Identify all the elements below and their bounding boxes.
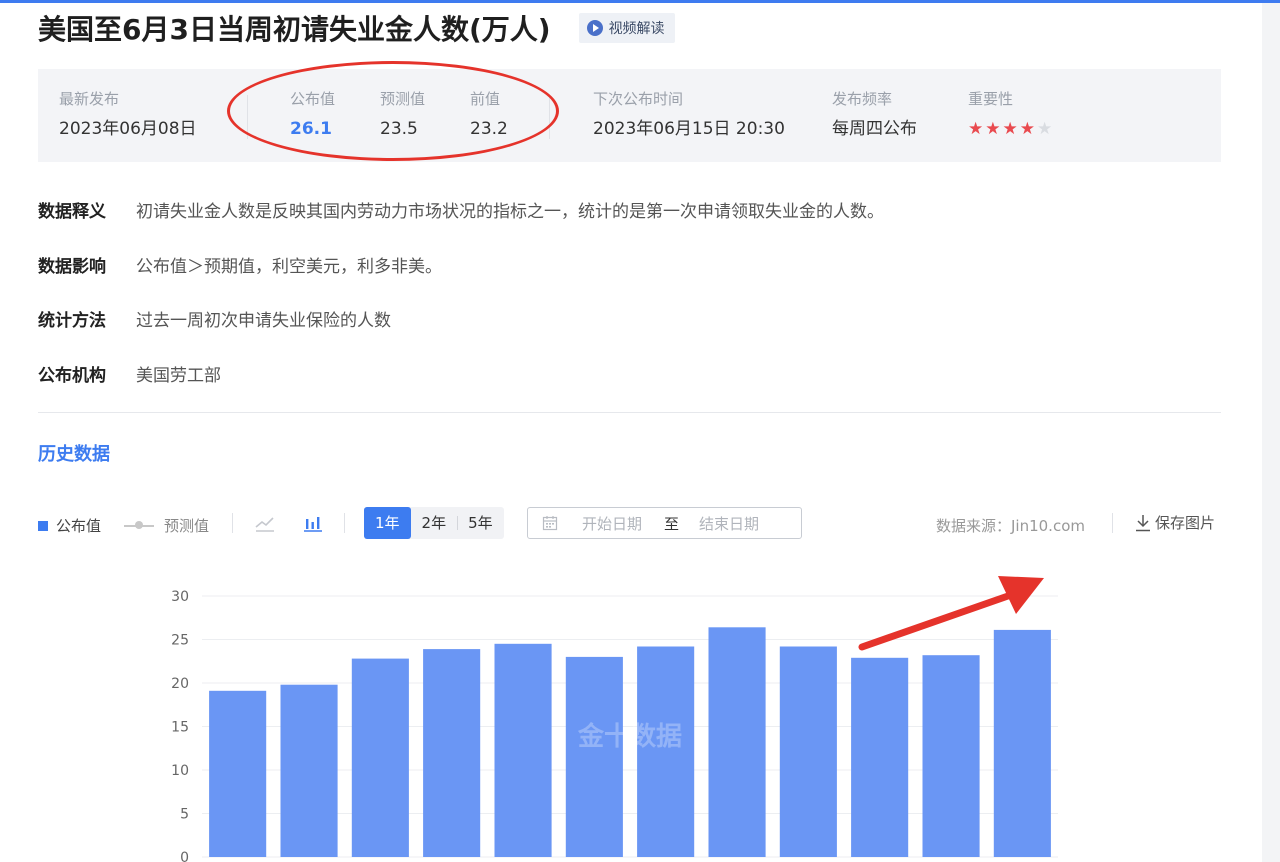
legend-actual[interactable]: 公布值	[38, 515, 101, 536]
y-tick-label: 10	[171, 763, 189, 779]
agency-row: 公布机构 美国劳工部	[38, 361, 221, 386]
actual-label: 公布值	[290, 90, 336, 108]
impact-row: 数据影响 公布值＞预期值，利空美元，利多非美。	[38, 252, 442, 277]
y-tick-label: 25	[171, 633, 189, 649]
next-release-label: 下次公布时间	[593, 90, 684, 108]
definition-row: 数据释义 初请失业金人数是反映其国内劳动力市场状况的指标之一，统计的是第一次申请…	[38, 197, 884, 222]
top-accent-bar	[0, 0, 1280, 3]
y-tick-label: 0	[180, 850, 189, 862]
chart-bar[interactable]	[851, 657, 909, 857]
toolbar-divider	[1112, 513, 1113, 533]
star-icon: ★	[1019, 119, 1035, 139]
agency-label: 公布机构	[38, 365, 106, 386]
importance-stars: ★ ★ ★ ★ ★	[968, 118, 1054, 140]
bar-chart-icon[interactable]	[301, 511, 325, 535]
data-source: 数据来源：Jin10.com	[936, 517, 1085, 535]
title-row: 美国至6月3日当周初请失业金人数(万人) 视频解读	[38, 10, 675, 46]
page-title: 美国至6月3日当周初请失业金人数(万人)	[38, 13, 551, 46]
definition-label: 数据释义	[38, 201, 106, 222]
impact-text: 公布值＞预期值，利空美元，利多非美。	[136, 256, 442, 277]
actual-number: 26.1	[290, 119, 332, 139]
latest-release: 最新发布 2023年06月08日	[59, 89, 197, 140]
latest-release-label: 最新发布	[59, 90, 120, 108]
star-icon: ★	[1037, 119, 1053, 139]
range-selector: 1年 2年 5年	[364, 507, 504, 539]
date-range-picker[interactable]: 开始日期 至 结束日期	[527, 507, 802, 539]
method-text: 过去一周初次申请失业保险的人数	[136, 310, 391, 331]
previous-number: 23.2	[470, 119, 508, 139]
y-tick-label: 5	[180, 807, 189, 823]
date-separator: 至	[664, 514, 680, 533]
chart-toolbar: 公布值 预测值 1年 2年 5年 开始日期 至 结束日期 数据来源：Jin10.…	[38, 507, 1221, 539]
importance-label: 重要性	[968, 90, 1014, 108]
start-date-input[interactable]: 开始日期	[582, 513, 642, 534]
chart-bar[interactable]	[280, 684, 338, 857]
end-date-input[interactable]: 结束日期	[699, 513, 759, 534]
history-bar-chart: 0 5 10 15 20 25 30 金十数据	[171, 576, 1058, 862]
method-row: 统计方法 过去一周初次申请失业保险的人数	[38, 306, 391, 331]
legend-actual-label: 公布值	[56, 517, 102, 535]
video-explain-label: 视频解读	[608, 21, 665, 37]
previous-label: 前值	[470, 90, 501, 108]
chart-bar[interactable]	[351, 658, 409, 857]
star-icon: ★	[1002, 119, 1018, 139]
release-info-panel: 最新发布 2023年06月08日 公布值 26.1 预测值 23.5 前值 23…	[38, 69, 1221, 162]
chart-bar[interactable]	[708, 627, 766, 857]
download-icon	[1136, 514, 1150, 531]
scrollbar-track[interactable]	[1262, 3, 1280, 862]
forecast-number: 23.5	[380, 119, 418, 139]
legend-forecast-label: 预测值	[164, 517, 210, 535]
star-icon: ★	[968, 119, 984, 139]
definition-text: 初请失业金人数是反映其国内劳动力市场状况的指标之一，统计的是第一次申请领取失业金…	[136, 201, 884, 222]
range-2y-button[interactable]: 2年	[411, 507, 458, 539]
importance: 重要性 ★ ★ ★ ★ ★	[968, 89, 1054, 140]
video-explain-button[interactable]: 视频解读	[578, 13, 675, 43]
y-tick-label: 15	[171, 720, 189, 736]
legend-line-icon	[124, 520, 154, 529]
method-label: 统计方法	[38, 310, 106, 331]
next-release: 下次公布时间 2023年06月15日 20:30	[593, 89, 785, 140]
forecast-label: 预测值	[380, 90, 426, 108]
previous-value: 前值 23.2	[470, 89, 508, 140]
agency-text: 美国劳工部	[136, 365, 221, 386]
y-axis-ticks: 0 5 10 15 20 25 30	[171, 589, 189, 862]
chart-bar[interactable]	[922, 655, 980, 857]
next-release-value: 2023年06月15日 20:30	[593, 119, 785, 139]
chart-watermark: 金十数据	[577, 721, 682, 752]
history-data-title: 历史数据	[38, 444, 110, 465]
frequency-label: 发布频率	[832, 90, 893, 108]
info-divider	[247, 95, 248, 139]
latest-release-value: 2023年06月08日	[59, 119, 197, 139]
legend-square-icon	[38, 520, 48, 531]
actual-value: 公布值 26.1	[290, 89, 335, 140]
forecast-value: 预测值 23.5	[380, 89, 425, 140]
chart-bar[interactable]	[993, 629, 1051, 857]
chart-bar[interactable]	[423, 649, 481, 857]
frequency-value: 每周四公布	[832, 119, 917, 139]
range-1y-button[interactable]: 1年	[364, 507, 411, 539]
chart-bar[interactable]	[494, 643, 552, 857]
chart-bar[interactable]	[779, 646, 837, 858]
chart-bar[interactable]	[565, 656, 623, 857]
range-5y-button[interactable]: 5年	[457, 507, 504, 539]
calendar-icon	[542, 516, 558, 531]
y-tick-label: 20	[171, 676, 189, 692]
toolbar-divider	[344, 513, 345, 533]
legend-forecast[interactable]: 预测值	[124, 515, 209, 536]
section-divider	[38, 412, 1221, 413]
toolbar-divider	[232, 513, 233, 533]
line-chart-icon[interactable]	[253, 511, 277, 535]
chart-bar[interactable]	[209, 690, 267, 857]
star-icon: ★	[985, 119, 1001, 139]
impact-label: 数据影响	[38, 256, 106, 277]
save-image-label: 保存图片	[1155, 514, 1216, 532]
play-icon	[586, 20, 603, 36]
save-image-button[interactable]: 保存图片	[1135, 512, 1215, 533]
y-tick-label: 30	[171, 589, 189, 605]
release-frequency: 发布频率 每周四公布	[832, 89, 917, 140]
info-divider	[549, 95, 550, 139]
